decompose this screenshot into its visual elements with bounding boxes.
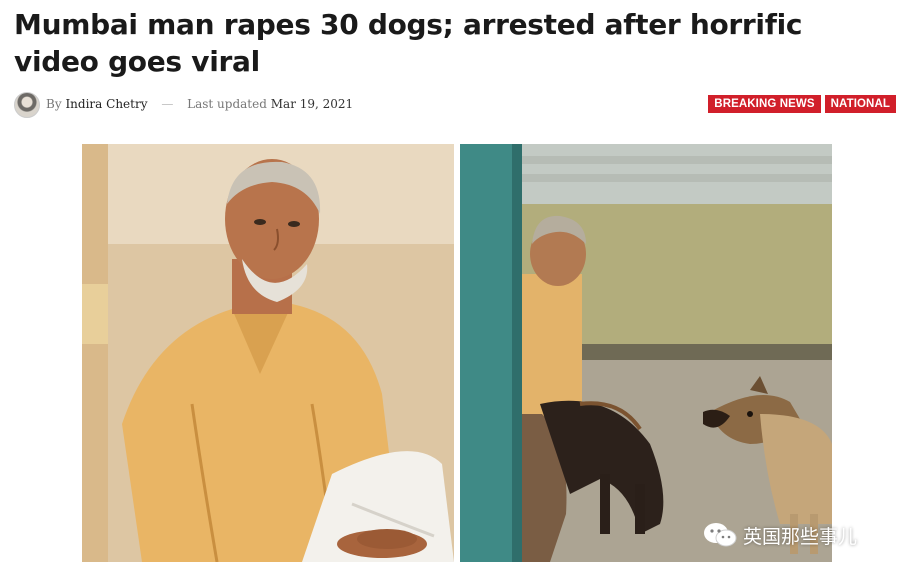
- byline-separator: —: [161, 97, 174, 111]
- category-tags: BREAKING NEWS NATIONAL: [708, 95, 896, 113]
- tag-breaking-news[interactable]: BREAKING NEWS: [708, 95, 821, 113]
- author-link[interactable]: Indira Chetry: [65, 97, 147, 111]
- tag-national[interactable]: NATIONAL: [824, 95, 896, 113]
- byline: By Indira Chetry — Last updated Mar 19, …: [46, 97, 353, 111]
- byline-prefix: By: [46, 97, 62, 111]
- updated-label: Last updated: [187, 97, 267, 111]
- watermark-text: 英国那些事儿: [743, 525, 858, 548]
- wechat-watermark: 英国那些事儿: [703, 520, 857, 550]
- wechat-icon: [704, 523, 737, 547]
- updated-date: Mar 19, 2021: [270, 97, 354, 111]
- article-meta: By Indira Chetry — Last updated Mar 19, …: [14, 92, 902, 120]
- man-with-dogs-video-still: [460, 144, 832, 562]
- man-portrait-photo: [82, 144, 454, 562]
- article-headline: Mumbai man rapes 30 dogs; arrested after…: [14, 8, 803, 78]
- author-avatar[interactable]: [14, 92, 40, 118]
